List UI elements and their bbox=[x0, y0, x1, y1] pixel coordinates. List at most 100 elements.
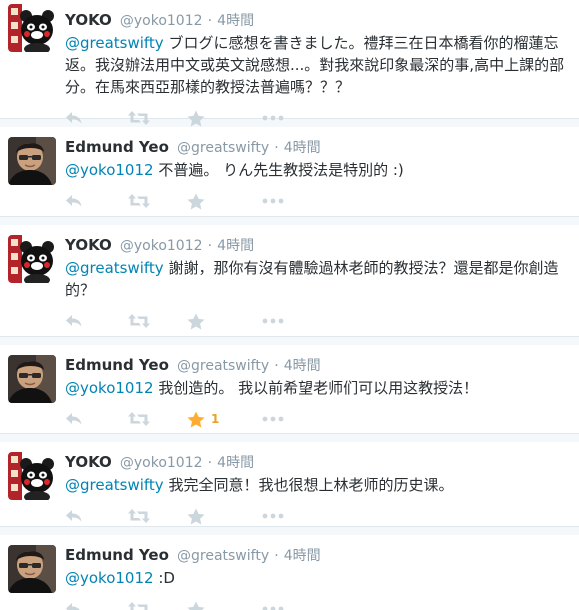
star-icon bbox=[187, 110, 205, 126]
mention-link[interactable]: @greatswifty bbox=[65, 259, 164, 277]
tweet-6[interactable]: Edmund Yeo @greatswifty · 4時間 @yoko1012 … bbox=[0, 535, 579, 610]
separator: · bbox=[207, 238, 213, 254]
tweet-5[interactable]: YOKO @yoko1012 · 4時間 @greatswifty 我完全同意！… bbox=[0, 442, 579, 527]
fullname[interactable]: Edmund Yeo bbox=[65, 356, 169, 374]
username[interactable]: @yoko1012 bbox=[120, 13, 203, 29]
username[interactable]: @greatswifty bbox=[177, 140, 269, 156]
reply-button[interactable] bbox=[65, 111, 127, 125]
tweet-body: 不普遍。 りん先生教授法是特別的 :) bbox=[153, 161, 404, 179]
tweet-text: @greatswifty ブログに感想を書きました。禮拜三在日本橋看你的榴蓮忘返… bbox=[65, 32, 570, 98]
star-icon bbox=[187, 411, 205, 427]
tweet-text: @yoko1012 不普遍。 りん先生教授法是特別的 :) bbox=[65, 159, 570, 181]
retweet-icon bbox=[128, 194, 150, 208]
reply-icon bbox=[66, 112, 82, 124]
timestamp[interactable]: 4時間 bbox=[217, 238, 254, 254]
more-icon bbox=[262, 198, 284, 204]
favorite-button[interactable] bbox=[187, 601, 262, 610]
reply-button[interactable] bbox=[65, 314, 127, 328]
retweet-icon bbox=[128, 111, 150, 125]
tweet-1[interactable]: YOKO @yoko1012 · 4時間 @greatswifty ブログに感想… bbox=[0, 0, 579, 126]
tweet-2[interactable]: Edmund Yeo @greatswifty · 4時間 @yoko1012 … bbox=[0, 127, 579, 217]
tweet-text: @yoko1012 我创造的。 我以前希望老师们可以用这教授法！ bbox=[65, 377, 570, 399]
retweet-icon bbox=[128, 314, 150, 328]
more-button[interactable] bbox=[262, 606, 302, 610]
avatar[interactable] bbox=[8, 355, 56, 403]
favorite-button[interactable]: 1 bbox=[187, 411, 262, 428]
separator: · bbox=[274, 548, 279, 564]
star-icon bbox=[187, 601, 205, 610]
more-button[interactable] bbox=[262, 416, 302, 422]
mention-link[interactable]: @yoko1012 bbox=[65, 569, 154, 587]
username[interactable]: @greatswifty bbox=[177, 548, 269, 564]
fullname[interactable]: YOKO bbox=[65, 11, 112, 29]
more-icon bbox=[262, 416, 284, 422]
separator: · bbox=[274, 140, 279, 156]
mention-link[interactable]: @yoko1012 bbox=[65, 379, 154, 397]
tweet-text: @greatswifty 我完全同意！我也很想上林老师的历史课。 bbox=[65, 474, 570, 496]
retweet-button[interactable] bbox=[127, 313, 187, 329]
reply-button[interactable] bbox=[65, 602, 127, 610]
more-button[interactable] bbox=[262, 115, 302, 121]
more-icon bbox=[262, 115, 284, 121]
more-icon bbox=[262, 606, 284, 610]
favorite-button[interactable] bbox=[187, 110, 262, 127]
fullname[interactable]: YOKO bbox=[65, 236, 112, 254]
separator: · bbox=[207, 455, 213, 471]
tweet-header: YOKO @yoko1012 · 4時間 bbox=[65, 10, 567, 32]
retweet-button[interactable] bbox=[127, 193, 187, 209]
username[interactable]: @greatswifty bbox=[177, 358, 269, 374]
retweet-button[interactable] bbox=[127, 411, 187, 427]
tweet-actions: 1 bbox=[65, 409, 567, 429]
separator: · bbox=[274, 358, 279, 374]
username[interactable]: @yoko1012 bbox=[120, 455, 203, 471]
fullname[interactable]: YOKO bbox=[65, 453, 112, 471]
more-button[interactable] bbox=[262, 198, 302, 204]
retweet-icon bbox=[128, 602, 148, 610]
avatar[interactable] bbox=[8, 235, 56, 283]
fullname[interactable]: Edmund Yeo bbox=[65, 546, 169, 564]
reply-button[interactable] bbox=[65, 509, 127, 523]
reply-button[interactable] bbox=[65, 194, 127, 208]
favorite-button[interactable] bbox=[187, 193, 262, 210]
timestamp[interactable]: 4時間 bbox=[284, 140, 321, 156]
tweet-3[interactable]: YOKO @yoko1012 · 4時間 @greatswifty 謝謝，那你有… bbox=[0, 225, 579, 337]
avatar[interactable] bbox=[8, 4, 56, 52]
retweet-button[interactable] bbox=[127, 601, 187, 610]
timeline: YOKO @yoko1012 · 4時間 @greatswifty ブログに感想… bbox=[0, 0, 579, 610]
username[interactable]: @yoko1012 bbox=[120, 238, 203, 254]
reply-icon bbox=[66, 603, 80, 610]
fullname[interactable]: Edmund Yeo bbox=[65, 138, 169, 156]
favorite-button[interactable] bbox=[187, 508, 262, 525]
favorite-count: 1 bbox=[211, 412, 220, 426]
more-icon bbox=[262, 513, 284, 519]
reply-icon bbox=[66, 195, 82, 207]
avatar[interactable] bbox=[8, 137, 56, 185]
reply-icon bbox=[66, 413, 82, 425]
mention-link[interactable]: @yoko1012 bbox=[65, 161, 154, 179]
retweet-icon bbox=[128, 412, 150, 426]
mention-link[interactable]: @greatswifty bbox=[65, 34, 164, 52]
avatar[interactable] bbox=[8, 452, 56, 500]
tweet-4[interactable]: Edmund Yeo @greatswifty · 4時間 @yoko1012 … bbox=[0, 345, 579, 434]
more-button[interactable] bbox=[262, 513, 302, 519]
tweet-text: @yoko1012 :D bbox=[65, 567, 570, 589]
more-button[interactable] bbox=[262, 318, 302, 324]
reply-icon bbox=[66, 510, 82, 522]
reply-button[interactable] bbox=[65, 412, 127, 426]
retweet-button[interactable] bbox=[127, 110, 187, 126]
tweet-header: YOKO @yoko1012 · 4時間 bbox=[65, 452, 567, 474]
tweet-actions bbox=[65, 599, 567, 610]
tweet-actions bbox=[65, 311, 567, 331]
reply-icon bbox=[66, 315, 82, 327]
avatar[interactable] bbox=[8, 545, 56, 593]
timestamp[interactable]: 4時間 bbox=[217, 455, 254, 471]
timestamp[interactable]: 4時間 bbox=[284, 358, 321, 374]
mention-link[interactable]: @greatswifty bbox=[65, 476, 164, 494]
timestamp[interactable]: 4時間 bbox=[284, 548, 321, 564]
favorite-button[interactable] bbox=[187, 313, 262, 330]
tweet-header: Edmund Yeo @greatswifty · 4時間 bbox=[65, 545, 567, 567]
retweet-button[interactable] bbox=[127, 508, 187, 524]
timestamp[interactable]: 4時間 bbox=[217, 13, 254, 29]
tweet-header: Edmund Yeo @greatswifty · 4時間 bbox=[65, 355, 567, 377]
tweet-text: @greatswifty 謝謝，那你有沒有體驗過林老師的教授法？還是都是你創造的… bbox=[65, 257, 570, 301]
